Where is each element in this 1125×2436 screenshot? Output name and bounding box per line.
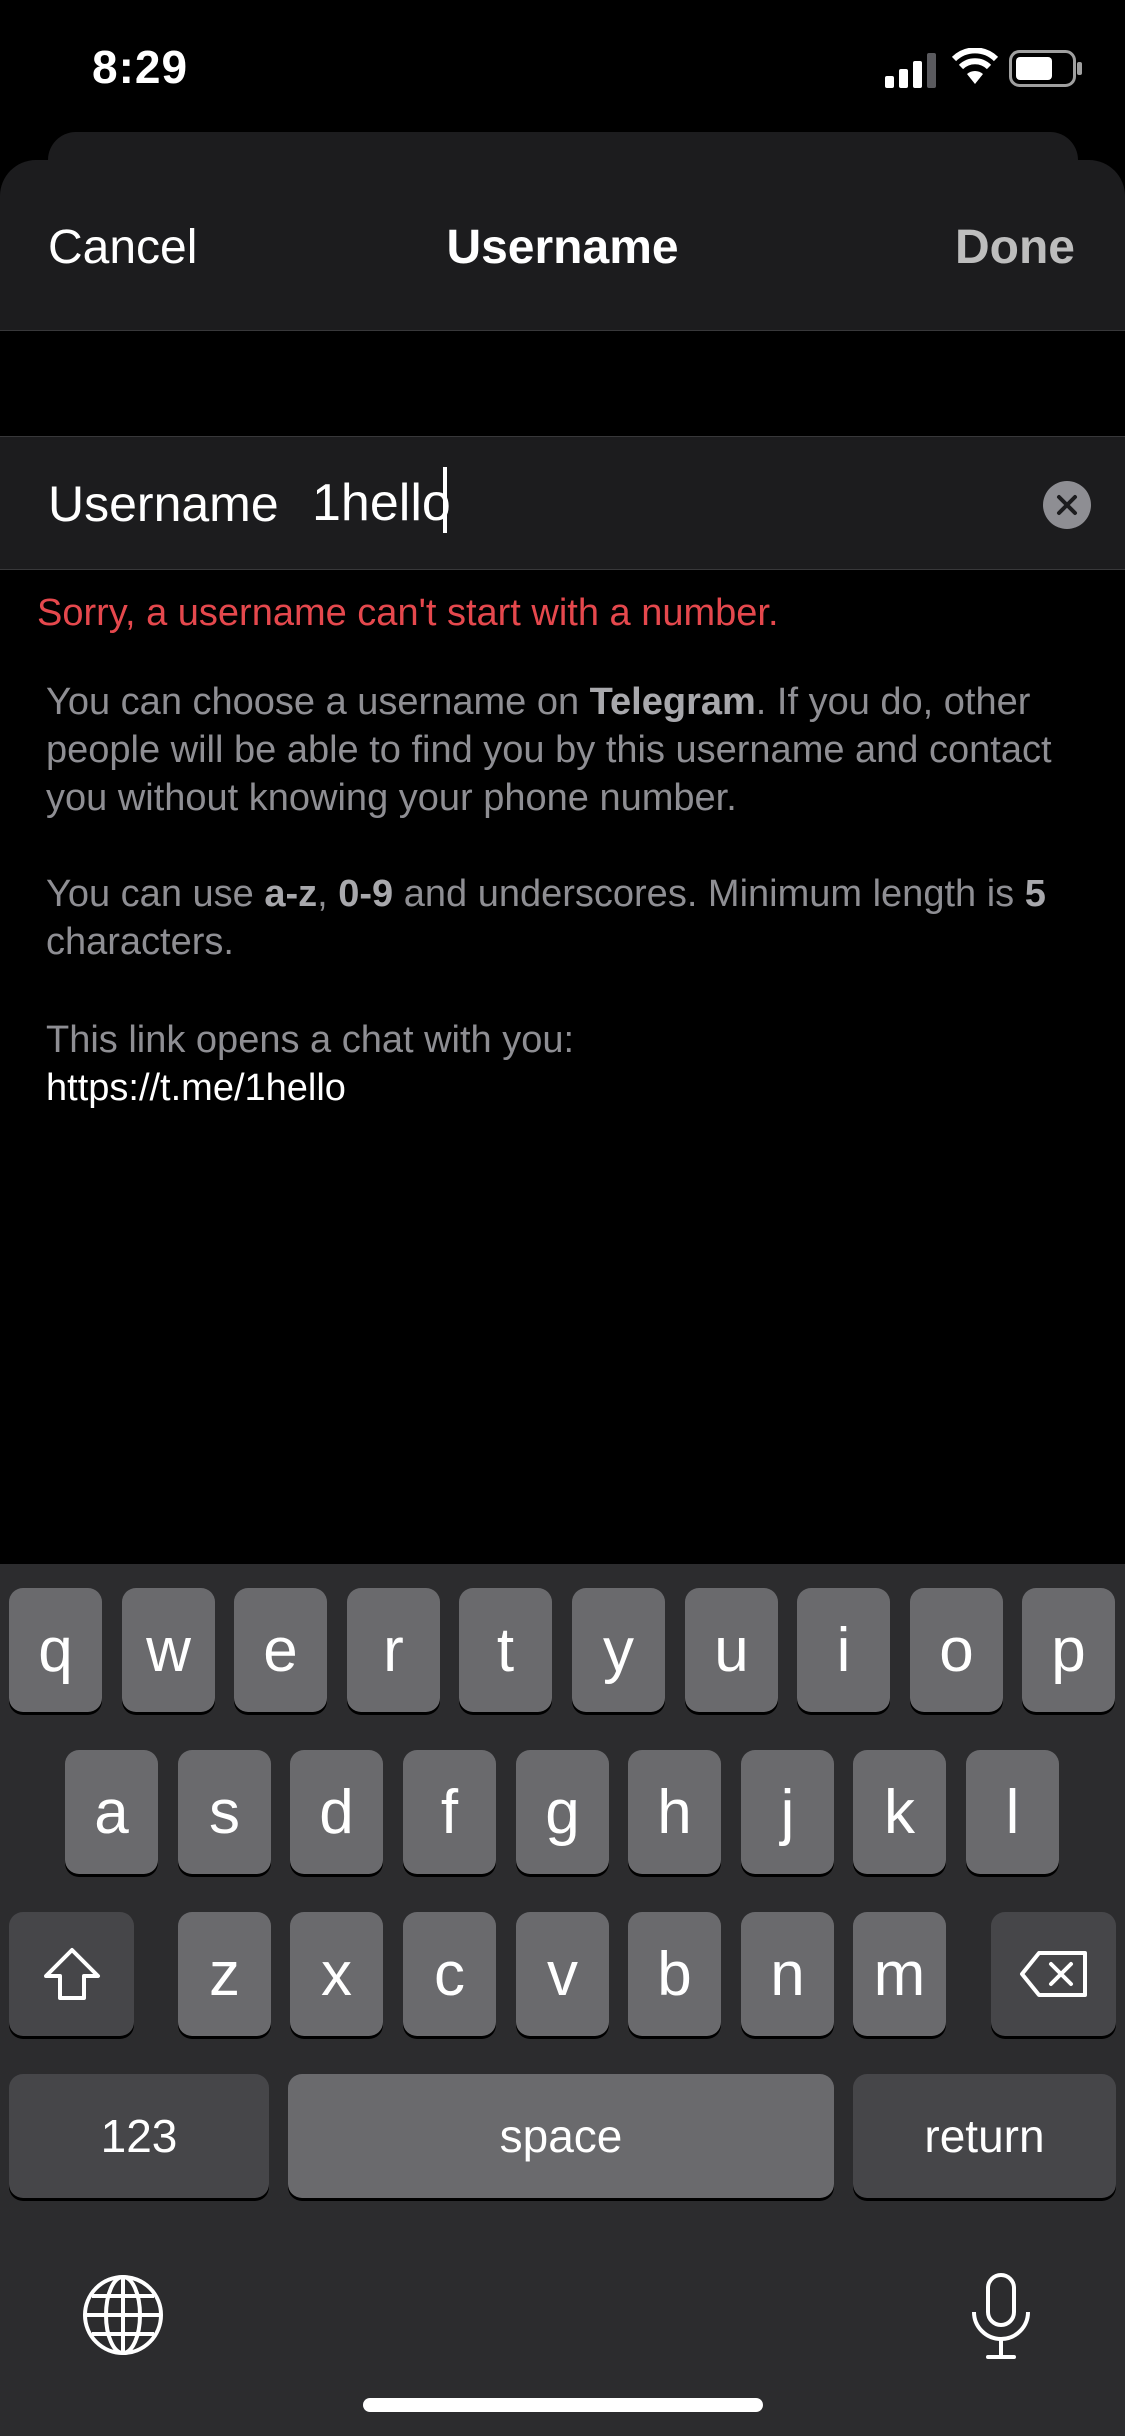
key-d[interactable]: d — [290, 1750, 383, 1874]
key-l[interactable]: l — [966, 1750, 1059, 1874]
info-paragraph-intro: You can choose a username on Telegram. I… — [46, 678, 1086, 822]
clear-icon — [1057, 495, 1077, 515]
key-s[interactable]: s — [178, 1750, 271, 1874]
key-e[interactable]: e — [234, 1588, 327, 1712]
return-key[interactable]: return — [853, 2074, 1116, 2198]
key-g[interactable]: g — [516, 1750, 609, 1874]
info-paragraph-rules: You can use a-z, 0-9 and underscores. Mi… — [46, 870, 1086, 966]
brand-name: Telegram — [589, 681, 756, 723]
keyboard: q w e r t y u i o p a s d f g h j k l z … — [0, 1564, 1125, 2436]
dictation-button[interactable] — [966, 2272, 1036, 2362]
allowed-letters: a-z — [264, 873, 318, 915]
globe-button[interactable] — [80, 2272, 166, 2358]
key-a[interactable]: a — [65, 1750, 158, 1874]
allowed-digits: 0-9 — [338, 873, 394, 915]
info-text: and underscores. Minimum length is — [393, 873, 1025, 915]
info-text: characters. — [46, 921, 234, 963]
username-field-label: Username — [48, 476, 279, 532]
wifi-icon — [951, 48, 999, 84]
username-input[interactable] — [312, 463, 1012, 543]
key-p[interactable]: p — [1022, 1588, 1115, 1712]
username-field-row: Username — [0, 436, 1125, 570]
delete-icon — [1019, 1951, 1087, 1997]
key-w[interactable]: w — [122, 1588, 215, 1712]
key-m[interactable]: m — [853, 1912, 946, 2036]
key-z[interactable]: z — [178, 1912, 271, 2036]
error-message: Sorry, a username can't start with a num… — [37, 592, 779, 634]
key-q[interactable]: q — [9, 1588, 102, 1712]
key-n[interactable]: n — [741, 1912, 834, 2036]
key-b[interactable]: b — [628, 1912, 721, 2036]
key-t[interactable]: t — [459, 1588, 552, 1712]
battery-icon — [1009, 50, 1082, 87]
shift-icon — [43, 1948, 100, 2000]
key-y[interactable]: y — [572, 1588, 665, 1712]
space-key[interactable]: space — [288, 2074, 834, 2198]
text-caret — [443, 467, 447, 533]
profile-link[interactable]: https://t.me/1hello — [46, 1064, 1086, 1112]
minimum-length: 5 — [1024, 873, 1046, 915]
navigation-bar: Cancel Username Done — [0, 160, 1125, 331]
key-j[interactable]: j — [741, 1750, 834, 1874]
key-v[interactable]: v — [516, 1912, 609, 2036]
signal-icon — [885, 53, 936, 88]
clear-button[interactable] — [1043, 481, 1091, 529]
key-o[interactable]: o — [910, 1588, 1003, 1712]
info-text: You can choose a username on — [46, 681, 590, 723]
microphone-icon — [972, 2273, 1030, 2359]
delete-key[interactable] — [991, 1912, 1116, 2036]
info-paragraph-link: This link opens a chat with you: https:/… — [46, 1016, 1086, 1112]
info-text: , — [317, 873, 339, 915]
globe-icon — [83, 2275, 163, 2355]
info-text: You can use — [46, 873, 265, 915]
shift-key[interactable] — [9, 1912, 134, 2036]
key-i[interactable]: i — [797, 1588, 890, 1712]
key-u[interactable]: u — [685, 1588, 778, 1712]
key-f[interactable]: f — [403, 1750, 496, 1874]
key-c[interactable]: c — [403, 1912, 496, 2036]
key-k[interactable]: k — [853, 1750, 946, 1874]
key-r[interactable]: r — [347, 1588, 440, 1712]
numbers-key[interactable]: 123 — [9, 2074, 269, 2198]
status-icons — [885, 48, 1085, 92]
status-bar: 8:29 — [0, 0, 1125, 140]
key-x[interactable]: x — [290, 1912, 383, 2036]
done-button[interactable]: Done — [955, 220, 1075, 275]
key-h[interactable]: h — [628, 1750, 721, 1874]
link-caption: This link opens a chat with you: — [46, 1019, 575, 1061]
cancel-button[interactable]: Cancel — [48, 220, 197, 275]
home-indicator[interactable] — [363, 2398, 763, 2412]
status-time: 8:29 — [92, 41, 189, 93]
